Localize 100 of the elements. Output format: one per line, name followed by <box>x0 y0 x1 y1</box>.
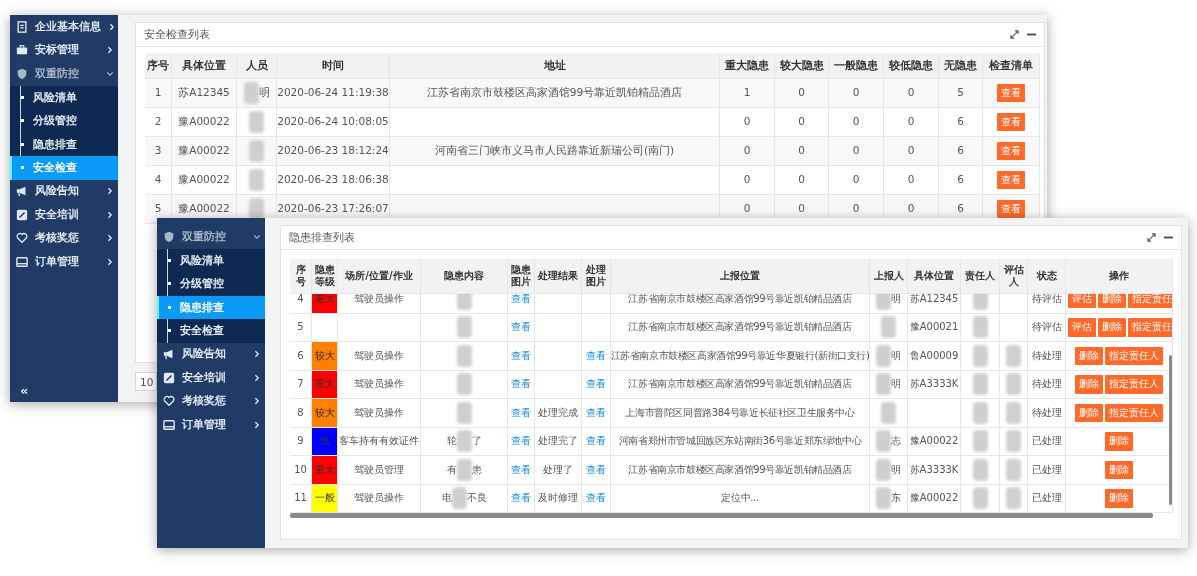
view-link[interactable]: 查看 <box>586 463 606 476</box>
table-cell: 2 <box>154 115 162 129</box>
table-cell: 苏A12345 <box>909 294 959 305</box>
nav-subitem[interactable]: 安全检查 <box>10 156 118 180</box>
column-header: 上报人 <box>873 269 904 283</box>
action-button[interactable]: 删除 <box>1105 432 1133 451</box>
nav-item[interactable]: 安全培训 <box>10 203 118 227</box>
blurred-patch <box>1006 401 1021 424</box>
blurred-patch <box>876 430 891 453</box>
collapse-button[interactable]: « <box>10 378 35 402</box>
table-cell: 1 <box>743 86 751 100</box>
nav-item[interactable]: 安全培训 <box>157 366 265 390</box>
table-cell: 待处理 <box>1031 349 1062 362</box>
table-cell: 江苏省南京市鼓楼区高家酒馆99号靠近凯铂精品酒店 <box>628 321 852 334</box>
table-cell: 0 <box>907 144 915 158</box>
column-header: 序号 <box>147 58 169 73</box>
nav-item[interactable]: 订单管理 <box>157 413 265 437</box>
scrollbar[interactable] <box>1169 355 1172 505</box>
table-cell: 及时修理 <box>538 492 578 505</box>
nav-item[interactable]: 风险告知 <box>10 179 118 203</box>
nav-item[interactable]: 考核奖惩 <box>157 389 265 413</box>
column-header: 责任人 <box>965 269 995 283</box>
nav-subitem[interactable]: 分级管控 <box>157 272 265 296</box>
chevron-icon <box>108 22 116 31</box>
table-cell: 驾驶员操作 <box>354 349 404 362</box>
nav-subitem[interactable]: 风险清单 <box>10 85 118 109</box>
page-size-select[interactable]: 10 <box>135 372 157 391</box>
table-cell: 了 <box>471 435 482 448</box>
view-link[interactable]: 查看 <box>511 321 531 334</box>
action-button[interactable]: 删除 <box>1075 346 1103 365</box>
nav-subitem[interactable]: 安全检查 <box>157 319 265 343</box>
nav-item[interactable]: 安标管理 <box>10 38 118 62</box>
nav-subitem[interactable]: 隐患排查 <box>10 132 118 156</box>
table-cell: 0 <box>743 202 751 216</box>
view-button[interactable]: 查看 <box>997 199 1025 219</box>
view-link[interactable]: 查看 <box>511 463 531 476</box>
action-button[interactable]: 指定责任 <box>1128 318 1172 337</box>
nav-item[interactable]: 双重防控 <box>10 62 118 86</box>
table-cell: 豫A00022 <box>178 144 230 158</box>
view-link[interactable]: 查看 <box>511 378 531 391</box>
view-button[interactable]: 查看 <box>997 170 1025 190</box>
table-cell: 0 <box>907 115 915 129</box>
view-link[interactable]: 查看 <box>511 435 531 448</box>
view-link[interactable]: 查看 <box>511 492 531 505</box>
action-button[interactable]: 删除 <box>1105 489 1133 508</box>
megaphone-icon <box>163 348 175 361</box>
column-header: 较大隐患 <box>779 58 824 73</box>
view-link[interactable]: 查看 <box>586 378 606 391</box>
table-cell: 1 <box>154 86 162 100</box>
table-cell: 待评估 <box>1031 321 1062 334</box>
action-button[interactable]: 指定责任人 <box>1105 375 1163 394</box>
nav-subitem[interactable]: 风险清单 <box>157 248 265 272</box>
view-link[interactable]: 查看 <box>511 406 531 419</box>
level-tag: 较大 <box>312 342 337 370</box>
nav-item[interactable]: 双重防控 <box>157 225 265 249</box>
action-button[interactable]: 删除 <box>1105 460 1133 479</box>
action-button[interactable]: 指定责任人 <box>1105 403 1163 422</box>
briefcase-icon <box>16 44 28 57</box>
view-link[interactable]: 查看 <box>586 406 606 419</box>
nav-subitem[interactable]: 隐患排查 <box>157 295 265 319</box>
table-cell: 电 <box>441 492 452 505</box>
table-cell: 待处理 <box>1031 378 1062 391</box>
nav-item[interactable]: 考核奖惩 <box>10 226 118 250</box>
expand-icon[interactable] <box>1010 30 1019 39</box>
action-button[interactable]: 指定责任人 <box>1105 346 1163 365</box>
view-button[interactable]: 查看 <box>997 112 1025 132</box>
column-header: 上报位置 <box>720 269 760 283</box>
table-cell: 豫A00022 <box>909 435 959 448</box>
table-cell: 2020-06-23 18:06:38 <box>277 173 389 187</box>
view-button[interactable]: 查看 <box>997 141 1025 161</box>
action-button[interactable]: 删除 <box>1075 375 1103 394</box>
action-button[interactable]: 评估 <box>1068 294 1096 308</box>
blurred-patch <box>1006 487 1021 510</box>
nav-item[interactable]: 企业基本信息 <box>10 15 118 39</box>
view-link[interactable]: 查看 <box>511 349 531 362</box>
column-header: 地址 <box>543 58 566 73</box>
blurred-patch <box>451 487 467 510</box>
heart-icon <box>163 395 175 408</box>
table-cell: 0 <box>798 202 805 216</box>
view-link[interactable]: 查看 <box>586 492 606 505</box>
chevron-icon <box>253 373 261 382</box>
scrollbar[interactable] <box>290 513 1153 518</box>
expand-icon[interactable] <box>1147 233 1156 242</box>
view-link[interactable]: 查看 <box>511 294 531 305</box>
action-button[interactable]: 删除 <box>1075 403 1103 422</box>
panel-title: 安全检查列表 <box>144 27 210 42</box>
action-button[interactable]: 删除 <box>1098 294 1126 308</box>
action-button[interactable]: 删除 <box>1098 318 1126 337</box>
nav-subitem[interactable]: 分级管控 <box>10 109 118 133</box>
table-cell: 2020-06-24 11:19:38 <box>277 86 389 100</box>
view-button[interactable]: 查看 <box>997 83 1025 103</box>
table-cell: 3 <box>154 144 162 158</box>
nav-item[interactable]: 订单管理 <box>10 250 118 274</box>
blurred-patch <box>456 401 472 424</box>
action-button[interactable]: 评估 <box>1068 318 1096 337</box>
nav-item[interactable]: 风险告知 <box>157 342 265 366</box>
blurred-patch <box>456 430 472 453</box>
view-link[interactable]: 查看 <box>586 349 606 362</box>
table-cell: 0 <box>798 173 805 187</box>
view-link[interactable]: 查看 <box>586 435 606 448</box>
